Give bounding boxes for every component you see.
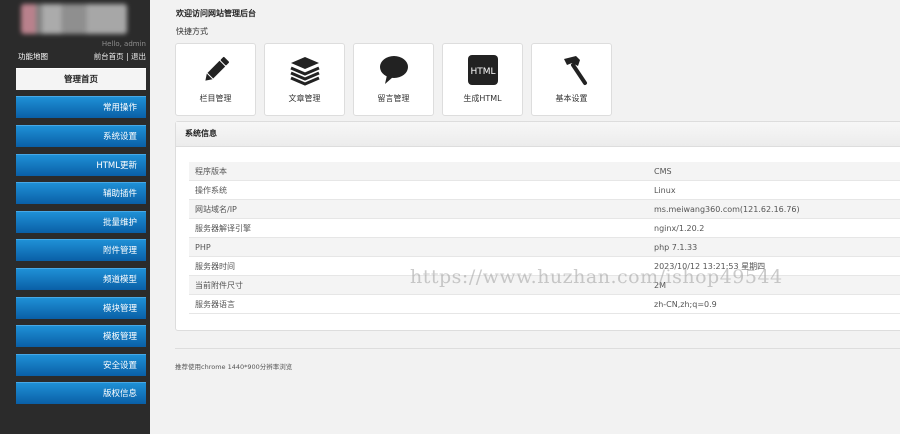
shortcut-category-management[interactable]: 栏目管理 [175, 43, 256, 116]
info-value: nginx/1.20.2 [648, 218, 900, 238]
system-info-table: 程序版本 CMS 操作系统 Linux 网站域名/IP ms.meiwang360.c… [189, 162, 900, 314]
info-value: php 7.1.33 [648, 237, 900, 257]
table-row: 当前附件尺寸 2M [189, 275, 900, 295]
speech-bubble-icon [354, 54, 433, 86]
html-icon: HTML [443, 54, 522, 86]
sidebar: Hello, admin 功能地图 前台首页 | 退出 管理首页 常用操作 系统… [0, 0, 150, 434]
shortcut-label: 栏目管理 [199, 94, 232, 103]
info-value: 2M [648, 275, 900, 295]
logout-link[interactable]: 退出 [131, 52, 146, 61]
info-value: 2023/10/12 13:21:53 星期四 [648, 256, 900, 276]
shortcuts-title: 快捷方式 [176, 27, 208, 36]
sidebar-item-common-ops[interactable]: 常用操作 [16, 96, 146, 118]
top-links: 前台首页 | 退出 [0, 51, 146, 62]
table-row: PHP php 7.1.33 [189, 237, 900, 257]
sidebar-item-modules[interactable]: 模块管理 [16, 297, 146, 319]
info-key: 程序版本 [189, 162, 648, 181]
shortcut-label: 生成HTML [463, 94, 502, 103]
sidebar-item-copyright[interactable]: 版权信息 [16, 382, 146, 404]
sidebar-item-system-settings[interactable]: 系统设置 [16, 125, 146, 147]
info-value: ms.meiwang360.com(121.62.16.76) [648, 199, 900, 219]
hammer-icon [532, 54, 611, 86]
table-row: 网站域名/IP ms.meiwang360.com(121.62.16.76) [189, 199, 900, 219]
sidebar-item-admin-home[interactable]: 管理首页 [16, 68, 146, 90]
sidebar-item-batch-maintenance[interactable]: 批量维护 [16, 211, 146, 233]
sidebar-item-channel-models[interactable]: 频道模型 [16, 268, 146, 290]
info-key: 当前附件尺寸 [189, 275, 648, 295]
sidebar-item-templates[interactable]: 模板管理 [16, 325, 146, 347]
main-content: 欢迎访问网站管理后台 快捷方式 栏目管理 文章管理 留言管理 HTML 生成HT… [150, 0, 900, 434]
shortcut-basic-settings[interactable]: 基本设置 [531, 43, 612, 116]
shortcut-generate-html[interactable]: HTML 生成HTML [442, 43, 523, 116]
info-key: 服务器语言 [189, 294, 648, 314]
info-value: zh-CN,zh;q=0.9 [648, 294, 900, 314]
info-key: 服务器时间 [189, 256, 648, 276]
table-row: 服务器时间 2023/10/12 13:21:53 星期四 [189, 256, 900, 276]
link-separator: | [126, 52, 129, 61]
system-info-panel: 系统信息 程序版本 CMS 操作系统 Linux 网站域名/IP ms.meiwang… [175, 121, 900, 331]
frontend-home-link[interactable]: 前台首页 [94, 52, 124, 61]
sidebar-item-plugins[interactable]: 辅助插件 [16, 182, 146, 204]
info-key: PHP [189, 237, 648, 257]
stack-icon [265, 54, 344, 86]
sidebar-item-security[interactable]: 安全设置 [16, 354, 146, 376]
shortcut-label: 文章管理 [288, 94, 321, 103]
table-row: 程序版本 CMS [189, 162, 900, 181]
sidebar-item-attachments[interactable]: 附件管理 [16, 239, 146, 261]
pencil-icon [176, 54, 255, 86]
browser-recommendation-note: 推荐使用chrome 1440*900分辨率浏览 [175, 348, 900, 371]
shortcut-article-management[interactable]: 文章管理 [264, 43, 345, 116]
table-row: 服务器解译引擎 nginx/1.20.2 [189, 218, 900, 238]
info-key: 操作系统 [189, 180, 648, 200]
info-key: 服务器解译引擎 [189, 218, 648, 238]
logo [21, 4, 127, 34]
info-key: 网站域名/IP [189, 199, 648, 219]
shortcut-label: 基本设置 [555, 94, 588, 103]
shortcut-message-management[interactable]: 留言管理 [353, 43, 434, 116]
system-info-title: 系统信息 [176, 122, 900, 147]
info-value: Linux [648, 180, 900, 200]
table-row: 操作系统 Linux [189, 180, 900, 200]
info-value: CMS [648, 162, 900, 181]
greeting-text: Hello, admin [101, 40, 146, 48]
sidebar-item-html-update[interactable]: HTML更新 [16, 154, 146, 176]
shortcut-label: 留言管理 [377, 94, 410, 103]
html-icon-text: HTML [470, 67, 495, 77]
table-row: 服务器语言 zh-CN,zh;q=0.9 [189, 294, 900, 314]
welcome-title: 欢迎访问网站管理后台 [176, 9, 256, 18]
